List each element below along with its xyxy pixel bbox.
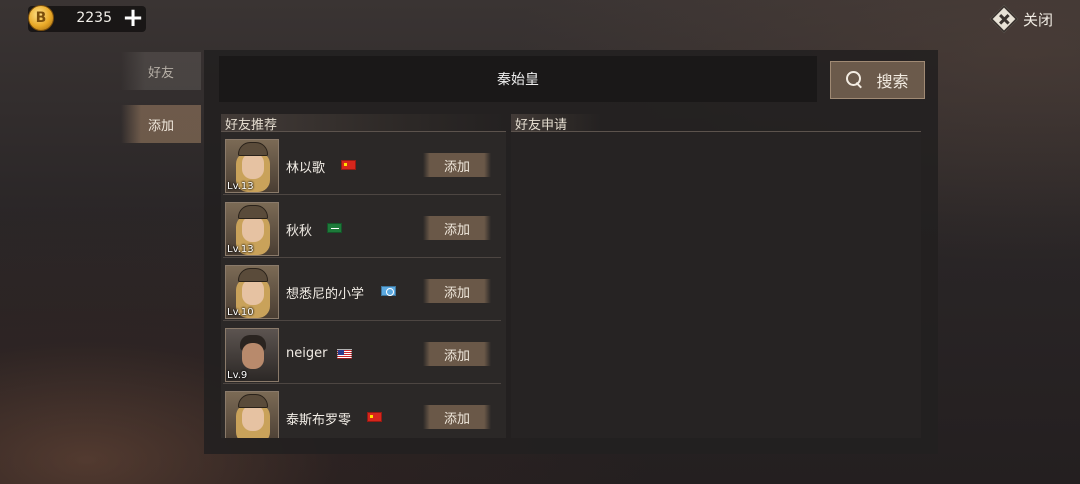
avatar-face — [242, 279, 264, 305]
avatar-face — [242, 153, 264, 179]
tab-friends[interactable]: 好友 — [121, 52, 201, 90]
avatar[interactable]: Lv.9 — [225, 328, 279, 382]
friend-name: neiger — [286, 346, 328, 361]
coin-counter: B 2235 + — [28, 5, 146, 32]
requests-list[interactable] — [511, 132, 921, 438]
friend-name: 秋秋 — [286, 224, 313, 239]
tab-friends-label: 好友 — [147, 65, 174, 81]
search-input-value: 秦始皇 — [497, 72, 539, 88]
avatar-cap — [238, 394, 268, 408]
flag-un-icon — [381, 286, 396, 296]
tab-add-label: 添加 — [147, 118, 174, 134]
close-label: 关闭 — [1023, 10, 1054, 29]
add-friend-label: 添加 — [443, 285, 470, 301]
friend-name: 泰斯布罗零 — [286, 413, 352, 428]
add-friend-button[interactable]: 添加 — [423, 405, 491, 429]
avatar-cap — [238, 142, 268, 156]
level-label: Lv.10 — [227, 307, 254, 318]
flag-sa-icon — [327, 223, 342, 233]
add-friend-button[interactable]: 添加 — [423, 216, 491, 240]
avatar[interactable] — [225, 391, 279, 438]
friend-name: 想悉尼的小学 — [286, 287, 365, 302]
close-button[interactable]: 关闭 — [988, 4, 1068, 34]
close-icon — [989, 4, 1019, 34]
list-item: Lv.13 秋秋 添加 — [223, 195, 501, 258]
add-friend-button[interactable]: 添加 — [423, 279, 491, 303]
add-friend-label: 添加 — [443, 222, 470, 238]
flag-cn-icon — [367, 412, 382, 422]
add-friend-label: 添加 — [443, 348, 470, 364]
tab-add[interactable]: 添加 — [121, 105, 201, 143]
add-friend-label: 添加 — [443, 159, 470, 175]
list-item: 泰斯布罗零 添加 — [223, 384, 501, 438]
level-label: Lv.13 — [227, 181, 254, 192]
avatar-face — [242, 216, 264, 242]
avatar[interactable]: Lv.13 — [225, 139, 279, 193]
avatar-cap — [238, 268, 268, 282]
coin-icon: B — [28, 5, 54, 31]
recommend-list[interactable]: Lv.13 林以歌 添加 Lv.13 秋秋 添加 Lv.10 想悉尼的小学 添加… — [221, 132, 506, 438]
add-friend-button[interactable]: 添加 — [423, 342, 491, 366]
level-label: Lv.13 — [227, 244, 254, 255]
list-item: Lv.10 想悉尼的小学 添加 — [223, 258, 501, 321]
top-bar: B 2235 + 关闭 — [0, 0, 1080, 38]
requests-title: 好友申请 — [511, 114, 601, 133]
list-item: Lv.9 neiger 添加 — [223, 321, 501, 384]
avatar-cap — [238, 205, 268, 219]
search-input[interactable]: 秦始皇 — [219, 56, 817, 102]
flag-cn-icon — [341, 160, 356, 170]
avatar[interactable]: Lv.13 — [225, 202, 279, 256]
add-friend-label: 添加 — [443, 411, 470, 427]
add-coins-button[interactable]: + — [121, 5, 145, 31]
list-item: Lv.13 林以歌 添加 — [223, 132, 501, 195]
friend-name: 林以歌 — [286, 161, 326, 176]
avatar-face — [242, 405, 264, 431]
search-button-label: 搜索 — [876, 72, 909, 91]
flag-us-icon — [337, 349, 352, 359]
recommend-title: 好友推荐 — [221, 114, 506, 133]
search-button[interactable]: 搜索 — [830, 61, 925, 99]
level-label: Lv.9 — [227, 370, 248, 381]
search-icon — [846, 71, 864, 89]
avatar-face — [242, 343, 264, 369]
add-friend-button[interactable]: 添加 — [423, 153, 491, 177]
main-panel: 秦始皇 搜索 好友推荐 好友申请 Lv.13 林以歌 添加 Lv.13 秋秋 添… — [204, 50, 938, 454]
avatar[interactable]: Lv.10 — [225, 265, 279, 319]
